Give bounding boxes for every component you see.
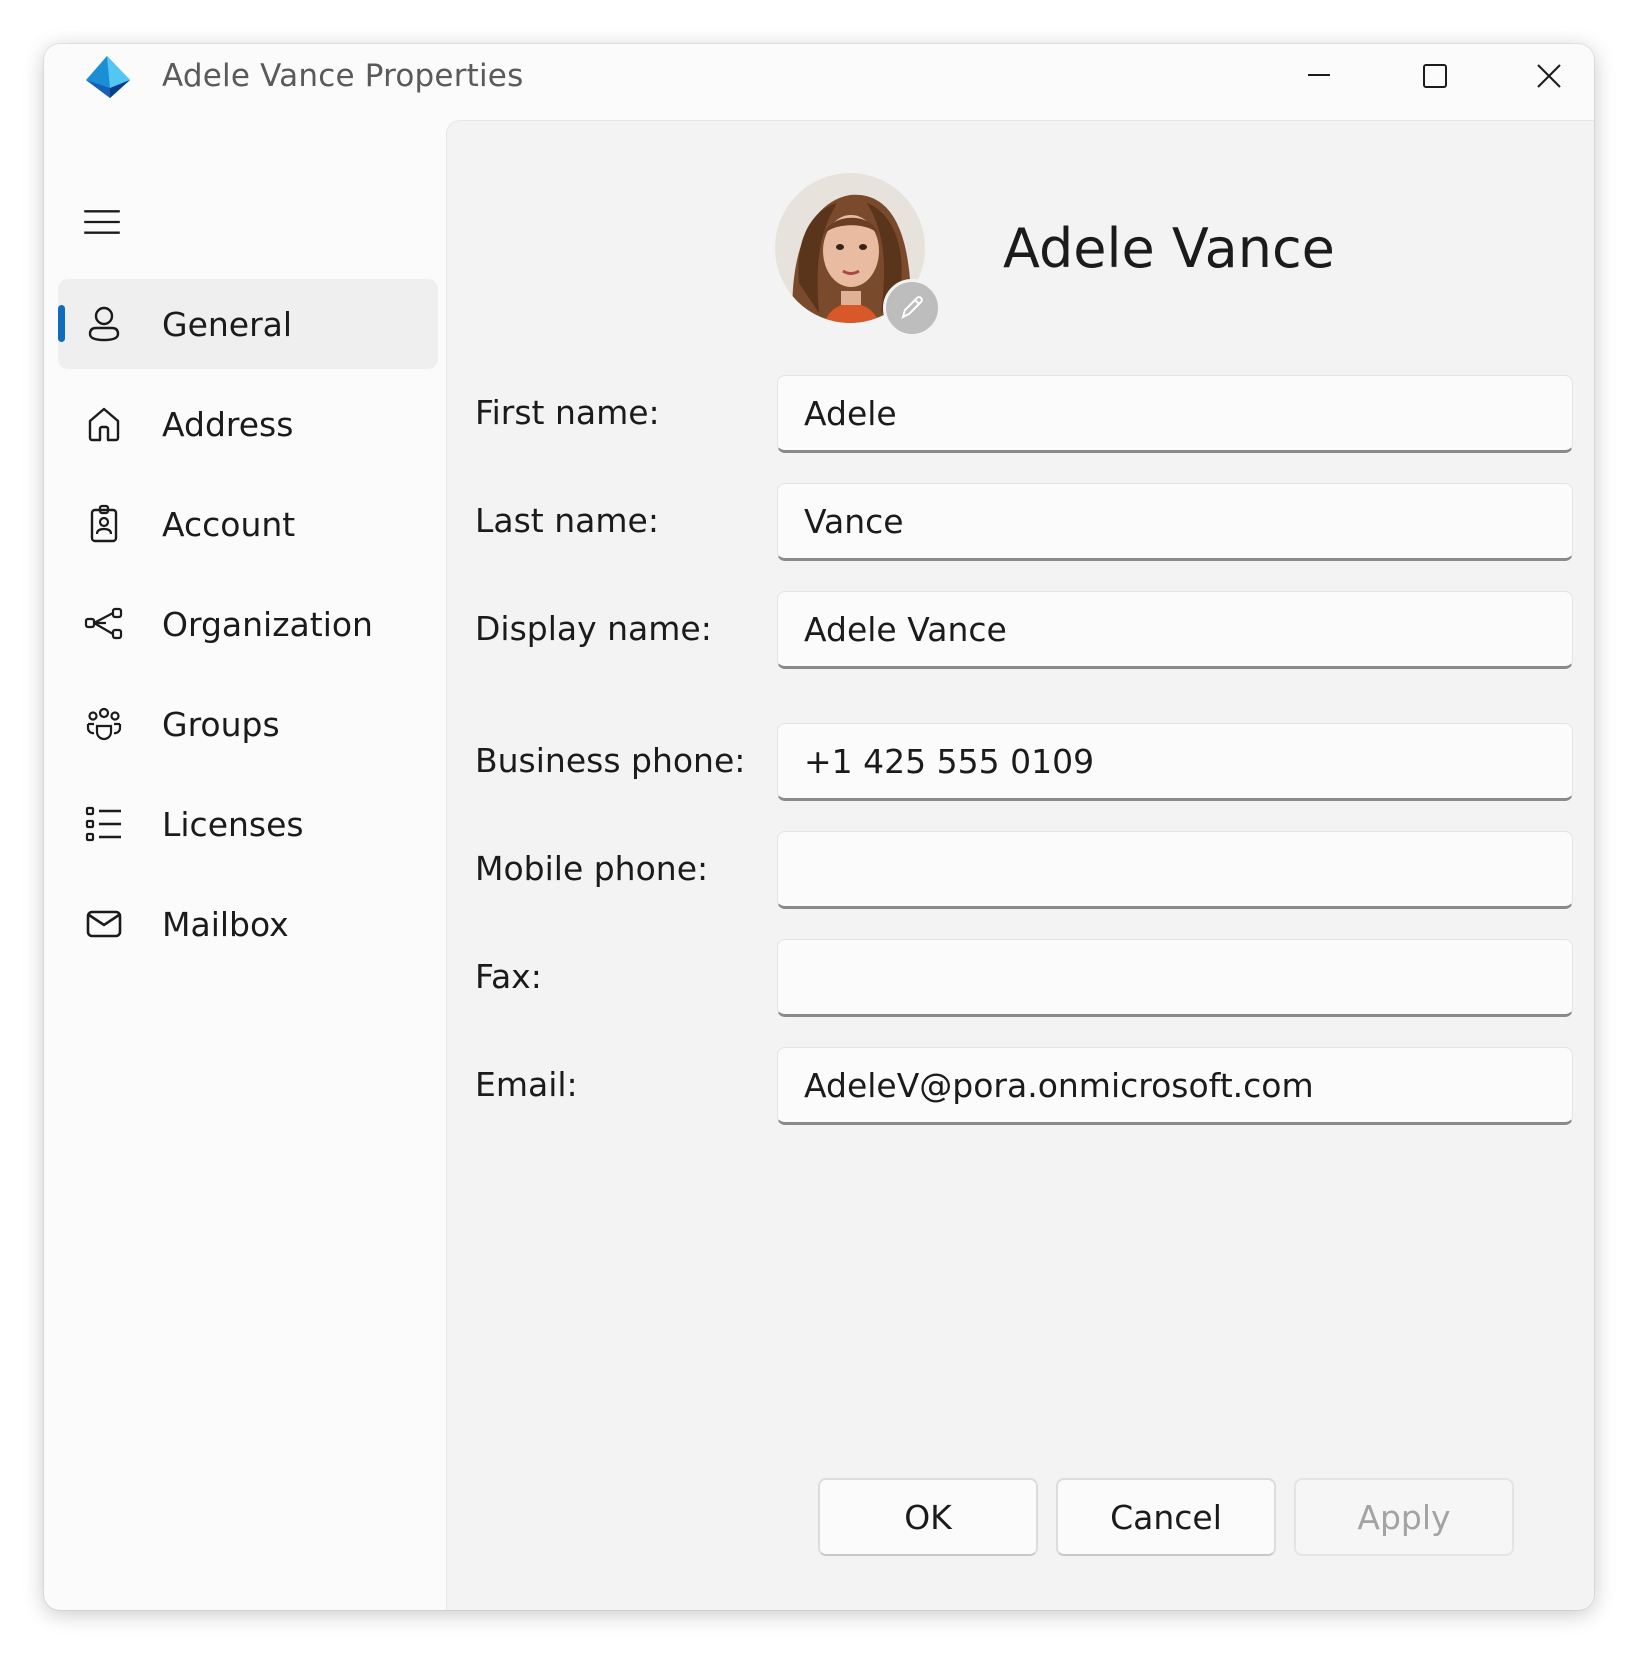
window-title: Adele Vance Properties [162,58,524,94]
list-icon [84,804,124,844]
last-name-field[interactable] [777,483,1573,561]
title-bar[interactable]: Adele Vance Properties [44,44,1594,120]
nav-label-mailbox: Mailbox [162,904,289,944]
nav-item-organization[interactable]: Organization [58,579,438,669]
nav-label-licenses: Licenses [162,804,304,844]
badge-icon [84,504,124,544]
minimize-button[interactable] [1274,44,1364,108]
mobile-phone-label: Mobile phone: [475,849,709,888]
business-phone-field[interactable] [777,723,1573,801]
nav-label-address: Address [162,404,294,444]
nav-label-account: Account [162,504,296,544]
email-label: Email: [475,1065,578,1104]
nav-item-licenses[interactable]: Licenses [58,779,438,869]
pencil-icon [901,296,923,319]
fax-label: Fax: [475,957,542,996]
ok-button[interactable]: OK [818,1478,1038,1556]
profile-photo-area [775,173,941,337]
mobile-phone-field[interactable] [777,831,1573,909]
cancel-button[interactable]: Cancel [1056,1478,1276,1556]
person-icon [84,304,124,344]
maximize-button[interactable] [1390,44,1480,108]
nav-item-general[interactable]: General [58,279,438,369]
nav-label-groups: Groups [162,704,280,744]
nav-item-mailbox[interactable]: Mailbox [58,879,438,969]
hamburger-menu-button[interactable] [80,204,124,240]
home-icon [84,404,124,444]
email-field[interactable] [777,1047,1573,1125]
sidebar-navigation: General Address Account Organization Gro… [44,120,444,1610]
fax-field[interactable] [777,939,1573,1017]
active-indicator [58,305,65,342]
properties-window: Adele Vance Properties General Address A… [44,44,1594,1610]
nav-item-groups[interactable]: Groups [58,679,438,769]
user-display-name-heading: Adele Vance [1003,217,1335,280]
app-logo-icon [80,50,134,104]
hamburger-menu-icon [84,210,120,234]
close-button[interactable] [1504,44,1594,108]
mail-icon [84,904,124,944]
nav-item-address[interactable]: Address [58,379,438,469]
apply-button[interactable]: Apply [1294,1478,1514,1556]
general-panel: Adele Vance First name: Last name: Displ… [446,120,1594,1610]
display-name-label: Display name: [475,609,712,648]
last-name-label: Last name: [475,501,659,540]
close-icon [1537,64,1561,88]
maximize-icon [1423,64,1447,88]
nav-list: General Address Account Organization Gro… [58,279,438,979]
display-name-field[interactable] [777,591,1573,669]
nav-label-general: General [162,304,293,344]
org-chart-icon [84,604,124,644]
first-name-field[interactable] [777,375,1573,453]
minimize-icon [1308,74,1330,76]
first-name-label: First name: [475,393,660,432]
nav-item-account[interactable]: Account [58,479,438,569]
edit-photo-button[interactable] [883,279,941,337]
nav-label-organization: Organization [162,604,373,644]
business-phone-label: Business phone: [475,741,746,780]
people-team-icon [84,704,124,744]
